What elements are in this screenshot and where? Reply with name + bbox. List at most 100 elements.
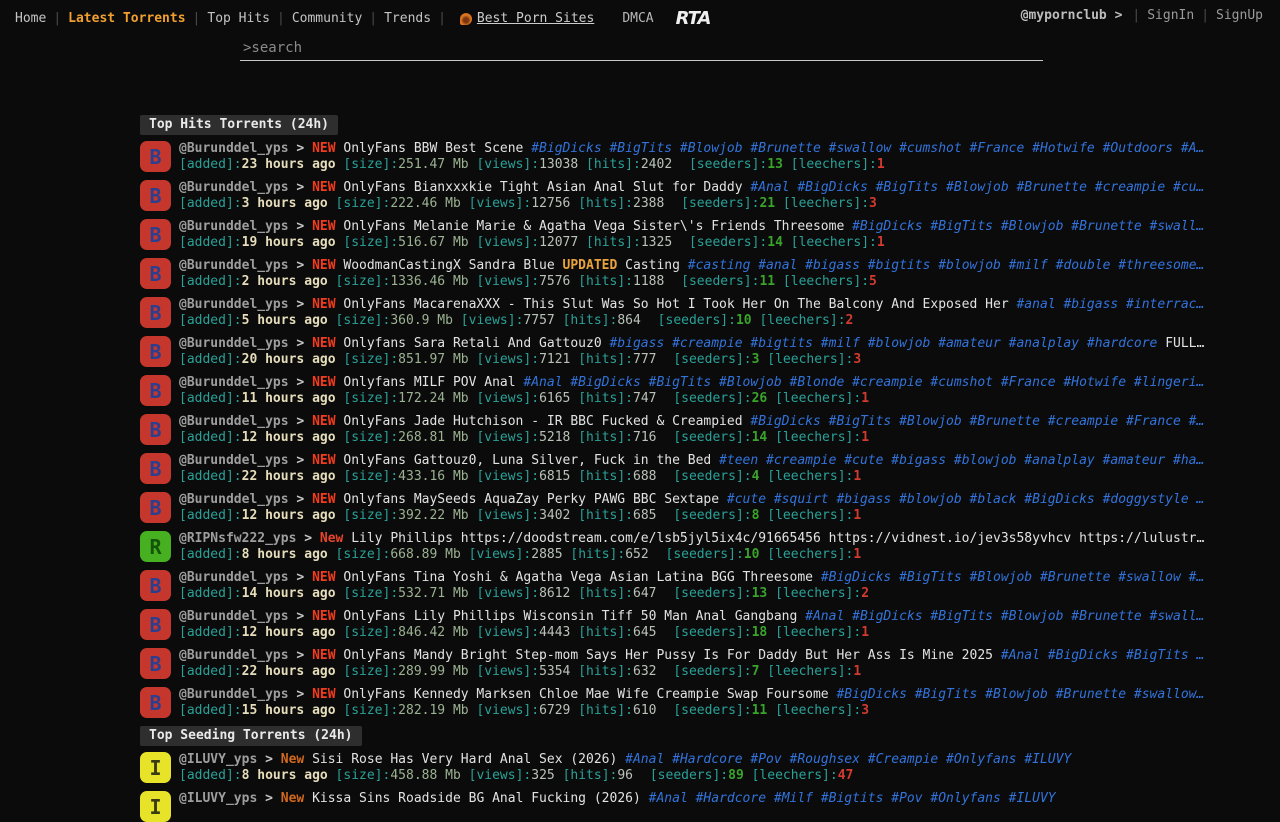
added-label: [added]: (179, 469, 242, 484)
torrent-title[interactable]: Onlyfans MILF POV Anal (343, 375, 515, 390)
uploader-link[interactable]: @Burunddel_yps (179, 609, 289, 624)
new-badge: NEW (312, 258, 335, 273)
uploader-avatar[interactable]: B (140, 609, 171, 640)
uploader-avatar[interactable]: B (140, 570, 171, 601)
uploader-link[interactable]: @Burunddel_yps (179, 297, 289, 312)
hits-value: 688 (633, 469, 656, 484)
leechers-value: 1 (853, 469, 861, 484)
new-badge: NEW (312, 141, 335, 156)
torrent-title-cont[interactable]: Casting (625, 258, 680, 273)
uploader-link[interactable]: @Burunddel_yps (179, 414, 289, 429)
uploader-link[interactable]: @ILUVY_yps (179, 791, 257, 806)
uploader-link[interactable]: @Burunddel_yps (179, 687, 289, 702)
torrent-title-suffix[interactable]: FULL… (1165, 336, 1204, 351)
torrent-meta: [added]:12 hours ago [size]:846.42 Mb [v… (179, 625, 1280, 640)
torrent-title[interactable]: Onlyfans MaySeeds AquaZay Perky PAWG BBC… (343, 492, 719, 507)
torrent-tags[interactable]: #Anal #BigDicks #BigTits #Blowjob #Brune… (750, 180, 1204, 195)
nav-item-latest-torrents[interactable]: Latest Torrents (61, 11, 192, 26)
uploader-link[interactable]: @Burunddel_yps (179, 219, 289, 234)
uploader-avatar[interactable]: B (140, 687, 171, 718)
new-badge: NEW (312, 609, 335, 624)
torrent-tags[interactable]: #BigDicks #BigTits #Blowjob #Brunette #s… (821, 570, 1205, 585)
torrent-tags[interactable]: #BigDicks #BigTits #Blowjob #Brunette #s… (836, 687, 1204, 702)
uploader-avatar[interactable]: B (140, 219, 171, 250)
uploader-avatar[interactable]: B (140, 492, 171, 523)
torrent-title[interactable]: OnlyFans MacarenaXXX - This Slut Was So … (343, 297, 1008, 312)
torrent-title[interactable]: Kissa Sins Roadside BG Anal Fucking (202… (312, 791, 641, 806)
signin-link[interactable]: SignIn (1140, 8, 1201, 23)
uploader-link[interactable]: @Burunddel_yps (179, 180, 289, 195)
torrent-tags[interactable]: #cute #squirt #bigass #blowjob #black #B… (727, 492, 1204, 507)
torrent-title[interactable]: Sisi Rose Has Very Hard Anal Sex (2026) (312, 752, 617, 767)
torrent-tags[interactable]: #Anal #BigDicks #BigTits … (1001, 648, 1205, 663)
uploader-link[interactable]: @Burunddel_yps (179, 453, 289, 468)
torrent-title[interactable]: OnlyFans Mandy Bright Step-mom Says Her … (343, 648, 993, 663)
uploader-link[interactable]: @RIPNsfw222_yps (179, 531, 296, 546)
uploader-avatar[interactable]: B (140, 258, 171, 289)
torrent-tags[interactable]: #Anal #BigDicks #BigTits #Blowjob #Blond… (523, 375, 1204, 390)
torrent-title[interactable]: Onlyfans Sara Retali And Gattouz0 (343, 336, 601, 351)
torrent-tags[interactable]: #casting #anal #bigass #bigtits #blowjob… (688, 258, 1205, 273)
top-seeding-section: Top Seeding Torrents (24h) I @ILUVY_yps … (140, 726, 1280, 822)
leechers-label: [leechers]: (791, 235, 877, 250)
torrent-title[interactable]: OnlyFans Lily Phillips Wisconsin Tiff 50… (343, 609, 797, 624)
seeders-value: 13 (752, 586, 768, 601)
torrent-tags[interactable]: #BigDicks #BigTits #Blowjob #Brunette #c… (750, 414, 1204, 429)
uploader-avatar[interactable]: I (140, 791, 171, 822)
torrent-title[interactable]: OnlyFans Melanie Marie & Agatha Vega Sis… (343, 219, 844, 234)
uploader-avatar[interactable]: B (140, 336, 171, 367)
site-brand-link[interactable]: @mypornclub > (1021, 8, 1123, 23)
seeders-label: [seeders]: (673, 625, 751, 640)
torrent-title[interactable]: OnlyFans Kennedy Marksen Chloe Mae Wife … (343, 687, 828, 702)
torrent-title[interactable]: OnlyFans Bianxxxkie Tight Asian Anal Slu… (343, 180, 742, 195)
torrent-tags[interactable]: #teen #creampie #cute #bigass #blowjob #… (719, 453, 1204, 468)
uploader-avatar[interactable]: R (140, 531, 171, 562)
dmca-link[interactable]: DMCA (622, 11, 653, 26)
torrent-title[interactable]: Lily Phillips https://doodstream.com/e/l… (351, 531, 1204, 546)
best-porn-sites-link[interactable]: Best Porn Sites (477, 11, 594, 26)
torrent-tags[interactable]: #Anal #Hardcore #Milf #Bigtits #Pov #Onl… (649, 791, 1056, 806)
torrent-title[interactable]: OnlyFans BBW Best Scene (343, 141, 523, 156)
nav-item-community[interactable]: Community (285, 11, 369, 26)
uploader-avatar[interactable]: B (140, 141, 171, 172)
uploader-avatar[interactable]: B (140, 297, 171, 328)
uploader-link[interactable]: @Burunddel_yps (179, 648, 289, 663)
torrent-title[interactable]: WoodmanCastingX Sandra Blue (343, 258, 554, 273)
torrent-tags[interactable]: #bigass #creampie #bigtits #milf #blowjo… (609, 336, 1157, 351)
search-input[interactable]: >search (240, 40, 1043, 61)
seeders-label: [seeders]: (673, 664, 751, 679)
uploader-link[interactable]: @Burunddel_yps (179, 492, 289, 507)
nav-item-top-hits[interactable]: Top Hits (200, 11, 277, 26)
uploader-avatar[interactable]: B (140, 414, 171, 445)
uploader-link[interactable]: @Burunddel_yps (179, 141, 289, 156)
nav-item-trends[interactable]: Trends (377, 11, 438, 26)
uploader-link[interactable]: @Burunddel_yps (179, 570, 289, 585)
torrent-tags[interactable]: #Anal #Hardcore #Pov #Roughsex #Creampie… (625, 752, 1071, 767)
search-prompt-text: >search (243, 40, 302, 56)
signup-link[interactable]: SignUp (1209, 8, 1270, 23)
torrent-row: B @Burunddel_yps > NEW Onlyfans MaySeeds… (140, 492, 1280, 523)
uploader-avatar[interactable]: B (140, 375, 171, 406)
hits-label: [hits]: (586, 157, 641, 172)
views-label: [views]: (476, 157, 539, 172)
torrent-tags[interactable]: #anal #bigass #interrac… (1016, 297, 1204, 312)
uploader-link[interactable]: @ILUVY_yps (179, 752, 257, 767)
torrent-title[interactable]: OnlyFans Tina Yoshi & Agatha Vega Asian … (343, 570, 813, 585)
uploader-avatar[interactable]: B (140, 453, 171, 484)
uploader-link[interactable]: @Burunddel_yps (179, 336, 289, 351)
uploader-link[interactable]: @Burunddel_yps (179, 258, 289, 273)
uploader-avatar[interactable]: B (140, 180, 171, 211)
torrent-tags[interactable]: #BigDicks #BigTits #Blowjob #Brunette #s… (852, 219, 1204, 234)
torrent-title[interactable]: OnlyFans Gattouz0, Luna Silver, Fuck in … (343, 453, 711, 468)
torrent-tags[interactable]: #Anal #BigDicks #BigTits #Blowjob #Brune… (805, 609, 1204, 624)
nav-item-home[interactable]: Home (8, 11, 53, 26)
hits-value: 610 (633, 703, 656, 718)
added-value: 8 hours ago (242, 768, 328, 783)
uploader-avatar[interactable]: I (140, 752, 171, 783)
torrent-title[interactable]: OnlyFans Jade Hutchison - IR BBC Fucked … (343, 414, 742, 429)
uploader-link[interactable]: @Burunddel_yps (179, 375, 289, 390)
leechers-value: 1 (853, 664, 861, 679)
torrent-tags[interactable]: #BigDicks #BigTits #Blowjob #Brunette #s… (531, 141, 1204, 156)
uploader-avatar[interactable]: B (140, 648, 171, 679)
new-badge: NEW (312, 375, 335, 390)
